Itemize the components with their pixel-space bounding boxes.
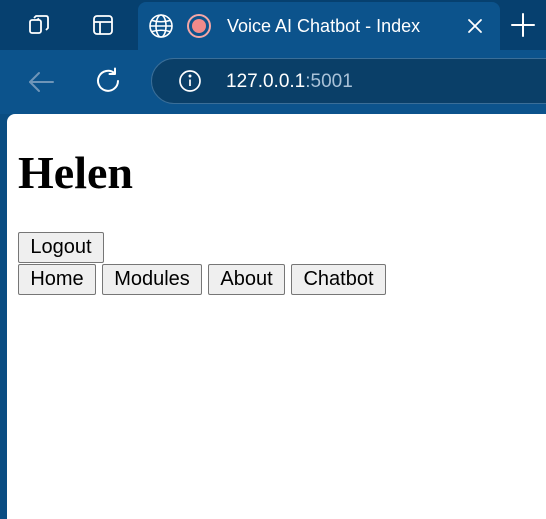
tab-title: Voice AI Chatbot - Index (227, 16, 421, 36)
user-greeting-heading: Helen (18, 147, 133, 198)
workspaces-button[interactable] (23, 9, 55, 41)
nav-modules-button[interactable]: Modules (102, 264, 202, 295)
tab-actions-button[interactable] (87, 9, 119, 41)
close-icon[interactable] (464, 15, 486, 37)
active-tab[interactable]: Voice AI Chatbot - Index (138, 2, 500, 50)
nav-home-button[interactable]: Home (18, 264, 96, 295)
recording-icon (187, 14, 211, 38)
page-viewport: Helen Logout Home Modules About Chatbot (7, 114, 546, 519)
workspaces-icon (29, 15, 49, 34)
url-port: :5001 (305, 71, 353, 92)
globe-icon (149, 14, 173, 38)
tab-strip-actions (0, 0, 138, 50)
nav-chatbot-button[interactable]: Chatbot (291, 264, 386, 295)
tab-actions-icon (93, 15, 113, 35)
back-arrow-icon[interactable] (26, 67, 56, 97)
nav-about-button[interactable]: About (208, 264, 285, 295)
address-bar[interactable]: 127.0.0.1:5001 (151, 58, 546, 104)
url-text: 127.0.0.1:5001 (226, 71, 353, 93)
logout-button[interactable]: Logout (18, 232, 104, 263)
browser-toolbar: 127.0.0.1:5001 (0, 50, 546, 114)
info-icon[interactable] (178, 69, 202, 93)
url-host: 127.0.0.1 (226, 71, 306, 92)
tab-strip: Voice AI Chatbot - Index (0, 0, 546, 50)
reload-icon[interactable] (94, 66, 124, 96)
plus-icon[interactable] (508, 10, 538, 40)
recording-dot (192, 19, 206, 33)
